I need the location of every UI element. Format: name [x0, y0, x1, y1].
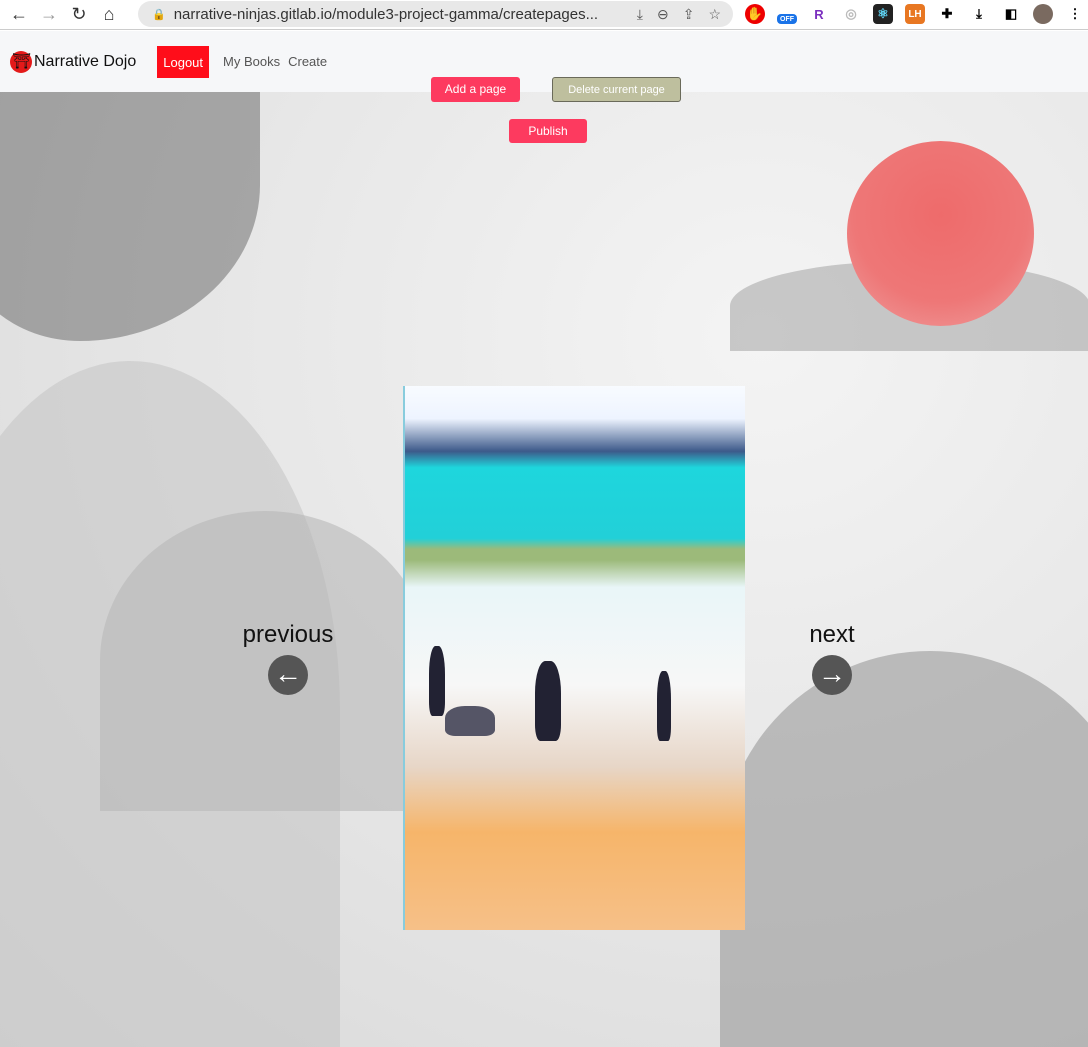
- next-control[interactable]: next →: [792, 621, 872, 695]
- circle-extension-icon[interactable]: ◎: [841, 4, 861, 24]
- downloads-icon[interactable]: ⤓: [969, 4, 989, 24]
- browser-toolbar: ← → ↻ ⌂ 🔒 narrative-ninjas.gitlab.io/mod…: [0, 0, 1088, 30]
- arrow-right-icon[interactable]: →: [812, 655, 852, 695]
- brand-name: Narrative Dojo: [34, 52, 137, 70]
- install-icon[interactable]: ⤓: [637, 6, 643, 23]
- previous-label: previous: [242, 621, 334, 648]
- adblock-extension-icon[interactable]: ✋: [745, 4, 765, 24]
- menu-icon[interactable]: ⋮: [1065, 4, 1085, 24]
- nav-my-books[interactable]: My Books: [223, 54, 280, 69]
- torii-logo-icon: [10, 50, 32, 73]
- nav-create[interactable]: Create: [288, 54, 327, 69]
- previous-control[interactable]: previous ←: [238, 621, 338, 695]
- red-sun: [847, 141, 1034, 326]
- home-icon[interactable]: ⌂: [98, 4, 120, 25]
- react-devtools-icon[interactable]: ⚛: [873, 4, 893, 24]
- share-icon[interactable]: ⇪: [683, 6, 695, 23]
- forward-icon[interactable]: →: [38, 4, 60, 25]
- reload-icon[interactable]: ↻: [68, 4, 90, 25]
- lighthouse-icon[interactable]: LH: [905, 4, 925, 24]
- lock-icon: 🔒: [152, 8, 166, 21]
- delete-page-button[interactable]: Delete current page: [552, 77, 681, 102]
- publish-button[interactable]: Publish: [509, 119, 587, 143]
- page-background: Narrative Dojo Logout My Books Create Ad…: [0, 31, 1088, 1047]
- url-text: narrative-ninjas.gitlab.io/module3-proje…: [173, 5, 599, 23]
- back-icon[interactable]: ←: [8, 4, 30, 25]
- brand[interactable]: Narrative Dojo: [10, 50, 137, 73]
- side-panel-icon[interactable]: ◧: [1001, 4, 1021, 24]
- address-bar[interactable]: 🔒 narrative-ninjas.gitlab.io/module3-pro…: [138, 1, 733, 27]
- navbar: Narrative Dojo Logout My Books Create: [0, 31, 1088, 92]
- bookmark-star-icon[interactable]: ☆: [708, 6, 721, 23]
- arrow-left-icon[interactable]: ←: [268, 655, 308, 695]
- logout-button[interactable]: Logout: [157, 45, 210, 78]
- next-label: next: [809, 621, 855, 648]
- zoom-icon[interactable]: ⊖: [657, 6, 669, 23]
- extensions-puzzle-icon[interactable]: ✚: [937, 4, 957, 24]
- profile-avatar[interactable]: [1033, 4, 1053, 24]
- r-extension-icon[interactable]: R: [809, 4, 829, 24]
- extension-off-icon[interactable]: OFF: [777, 14, 797, 24]
- page-image: [403, 386, 745, 930]
- add-page-button[interactable]: Add a page: [431, 77, 520, 102]
